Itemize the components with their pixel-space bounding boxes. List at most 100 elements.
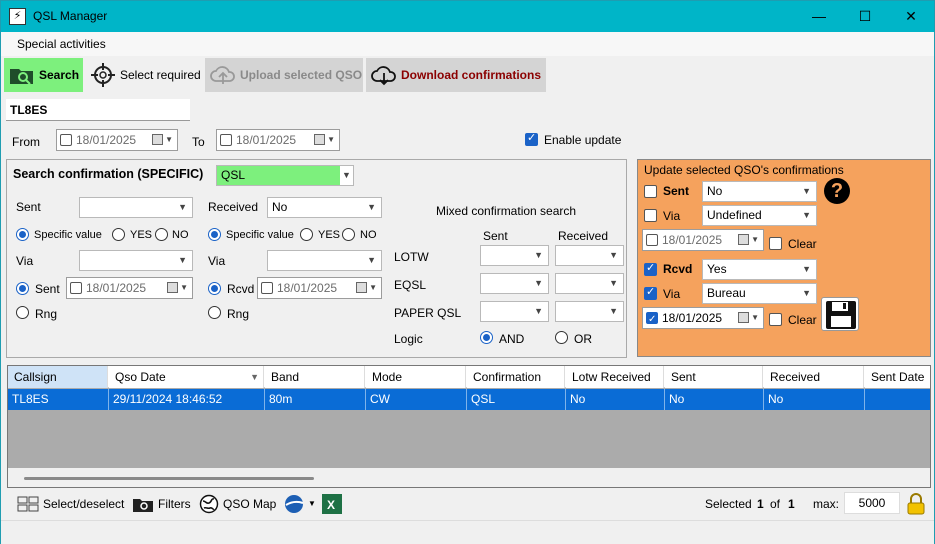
sent-rng-radio[interactable] — [16, 306, 29, 319]
folder-search-icon — [8, 61, 36, 89]
clear-rcvd-checkbox[interactable] — [769, 313, 782, 326]
cell-lotw-received: No — [566, 389, 665, 410]
sent-yes-label: YES — [130, 229, 153, 241]
paper-sent-select[interactable]: ▼ — [480, 301, 549, 322]
rcvd-date-checkbox[interactable] — [261, 282, 273, 294]
update-panel-title: Update selected QSO's confirmations — [644, 163, 844, 177]
col-header-sent[interactable]: Sent — [665, 366, 763, 388]
cell-sent-date — [865, 389, 930, 410]
rcvd-date-radio[interactable] — [208, 282, 221, 295]
col-header-band[interactable]: Band — [265, 366, 365, 388]
col-header-received[interactable]: Received — [764, 366, 864, 388]
update-sent-select[interactable]: No ▼ — [702, 181, 817, 202]
update-rcvd-checkbox[interactable] — [644, 261, 657, 276]
chevron-down-icon: ▼ — [802, 288, 811, 298]
lock-button[interactable] — [906, 490, 926, 517]
chevron-down-icon: ▼ — [367, 202, 376, 212]
lotw-received-select[interactable]: ▼ — [555, 245, 624, 266]
qso-map-button[interactable]: QSO Map — [199, 490, 276, 517]
col-header-mode[interactable]: Mode — [366, 366, 466, 388]
max-records-input[interactable] — [844, 492, 900, 514]
update-sent-checkbox[interactable] — [644, 185, 657, 198]
maximize-button[interactable]: ☐ — [842, 1, 888, 32]
upload-selected-qso-button[interactable]: Upload selected QSO — [205, 58, 363, 92]
col-header-callsign[interactable]: Callsign — [8, 366, 108, 388]
eqsl-label: EQSL — [394, 278, 427, 292]
table-row[interactable]: TL8ES 29/11/2024 18:46:52 80m CW QSL No … — [8, 389, 930, 410]
logic-and-label: AND — [499, 332, 525, 346]
grid-select-icon — [17, 496, 39, 511]
lotw-sent-select[interactable]: ▼ — [480, 245, 549, 266]
excel-icon: X — [322, 493, 342, 514]
sent-date-label: Sent — [35, 282, 60, 296]
help-icon[interactable]: ? — [824, 178, 850, 204]
total-count: 1 — [788, 496, 795, 511]
received-no-radio[interactable] — [342, 228, 355, 241]
col-header-lotw-received[interactable]: Lotw Received — [566, 366, 664, 388]
grid-horizontal-scroll[interactable] — [8, 468, 930, 487]
minimize-button[interactable]: — — [796, 1, 842, 32]
menu-special-activities[interactable]: Special activities — [17, 37, 106, 51]
from-date-picker[interactable]: 18/01/2025 ▼ — [56, 129, 178, 151]
col-header-qso-date[interactable]: Qso Date ▼ — [109, 366, 264, 388]
clear-sent-checkbox[interactable] — [769, 237, 782, 250]
save-button[interactable] — [821, 297, 859, 331]
enable-update-checkbox[interactable] — [525, 131, 538, 146]
floppy-disk-icon — [826, 301, 856, 329]
excel-export-button[interactable]: X — [321, 490, 343, 517]
sent-date-radio[interactable] — [16, 282, 29, 295]
update-via2-select[interactable]: Bureau ▼ — [702, 283, 817, 304]
cell-sent: No — [665, 389, 764, 410]
received-via-select[interactable]: ▼ — [267, 250, 382, 271]
update-rcvd-date-checkbox[interactable] — [646, 310, 658, 330]
sent-no-radio[interactable] — [155, 228, 168, 241]
sent-date-picker[interactable]: 18/01/2025 ▼ — [66, 277, 193, 299]
search-button[interactable]: Search — [4, 58, 83, 92]
calendar-icon — [356, 282, 367, 293]
rcvd-date-picker[interactable]: 18/01/2025 ▼ — [257, 277, 382, 299]
chevron-down-icon: ▼ — [751, 235, 759, 244]
scrollbar-thumb[interactable] — [24, 477, 314, 480]
rcvd-rng-label: Rng — [227, 307, 250, 321]
eqsl-sent-select[interactable]: ▼ — [480, 273, 549, 294]
update-sent-date-checkbox[interactable] — [646, 234, 658, 246]
download-confirmations-button[interactable]: Download confirmations — [366, 58, 546, 92]
sent-select[interactable]: ▼ — [79, 197, 193, 218]
eqsl-received-select[interactable]: ▼ — [555, 273, 624, 294]
received-select[interactable]: No ▼ — [267, 197, 382, 218]
filters-button[interactable]: Filters — [132, 490, 191, 517]
col-header-confirmation[interactable]: Confirmation — [467, 366, 565, 388]
rcvd-rng-radio[interactable] — [208, 306, 221, 319]
close-button[interactable]: ✕ — [888, 1, 934, 32]
sent-via-select[interactable]: ▼ — [79, 250, 193, 271]
update-via-checkbox[interactable] — [644, 209, 657, 222]
update-sent-date-picker[interactable]: 18/01/2025 ▼ — [642, 229, 764, 251]
update-via-select[interactable]: Undefined ▼ — [702, 205, 817, 226]
received-specific-radio[interactable] — [208, 228, 221, 241]
grid-header: Callsign Qso Date ▼ Band Mode Confirmati… — [8, 366, 930, 388]
paper-received-select[interactable]: ▼ — [555, 301, 624, 322]
chevron-down-icon: ▼ — [367, 255, 376, 265]
chevron-down-icon: ▼ — [178, 202, 187, 212]
to-date-checkbox[interactable] — [220, 134, 232, 146]
update-rcvd-date-picker[interactable]: 18/01/2025 ▼ — [642, 307, 764, 330]
sent-specific-radio[interactable] — [16, 228, 29, 241]
callsign-input[interactable] — [6, 99, 190, 121]
logic-or-radio[interactable] — [555, 331, 568, 344]
confirmation-type-select[interactable]: QSL ▼ — [216, 165, 354, 186]
select-required-button[interactable]: Select required — [85, 58, 203, 92]
chevron-down-icon: ▼ — [308, 499, 316, 508]
google-earth-button[interactable]: ▼ — [283, 490, 316, 517]
update-via2-label: Via — [663, 287, 681, 301]
update-via2-checkbox[interactable] — [644, 285, 657, 300]
update-rcvd-select[interactable]: Yes ▼ — [702, 259, 817, 280]
received-yes-radio[interactable] — [300, 228, 313, 241]
sent-date-checkbox[interactable] — [70, 282, 82, 294]
select-deselect-button[interactable]: Select/deselect — [17, 490, 124, 517]
to-date-picker[interactable]: 18/01/2025 ▼ — [216, 129, 340, 151]
from-date-checkbox[interactable] — [60, 134, 72, 146]
col-header-sent-date[interactable]: Sent Date — [865, 366, 930, 388]
logic-and-radio[interactable] — [480, 331, 493, 344]
enable-update-label: Enable update — [544, 133, 622, 147]
sent-yes-radio[interactable] — [112, 228, 125, 241]
